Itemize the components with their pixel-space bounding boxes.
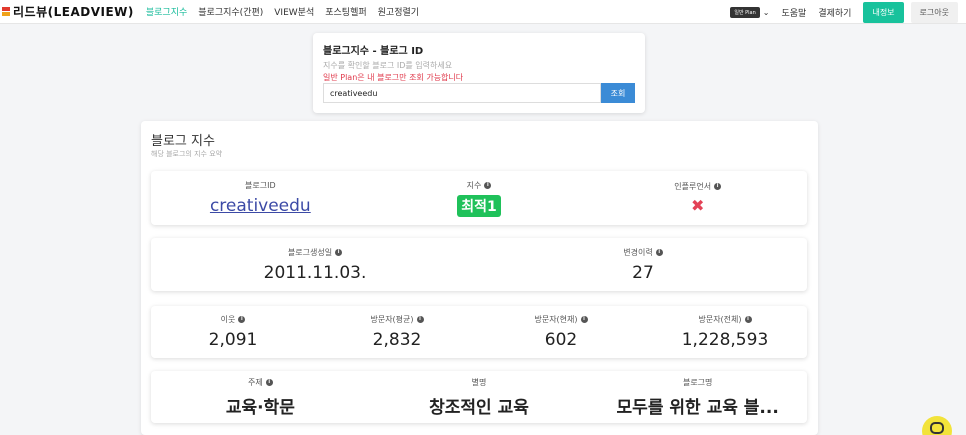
blog-id-link[interactable]: creativeedu bbox=[210, 196, 311, 216]
visitors-total-label: 방문자(전체) i bbox=[698, 314, 752, 325]
visitors-now-value: 602 bbox=[544, 330, 578, 350]
alias-cell: 별명 창조적인 교육 bbox=[370, 371, 589, 423]
nav-item-draft-sorter[interactable]: 원고정렬기 bbox=[378, 5, 419, 18]
blog-name-cell: 블로그명 모두를 위한 교육 블... bbox=[588, 371, 807, 423]
myinfo-button[interactable]: 내정보 bbox=[863, 1, 904, 23]
info-icon[interactable]: i bbox=[744, 316, 752, 323]
visitors-total-cell: 방문자(전체) i 1,228,593 bbox=[643, 306, 807, 358]
payment-link[interactable]: 결제하기 bbox=[818, 6, 851, 19]
changes-cell: 변경이력 i 27 bbox=[479, 238, 807, 291]
topic-label: 주제 i bbox=[248, 377, 273, 388]
logo-icon bbox=[2, 7, 10, 16]
plan-warning: 일반 Plan은 내 블로그만 조회 가능합니다 bbox=[323, 73, 464, 82]
index-cell: 지수 i 최적1 bbox=[370, 171, 589, 225]
created-cell: 블로그생성일 i 2011.11.03. bbox=[151, 238, 479, 291]
visitors-total-value: 1,228,593 bbox=[681, 330, 769, 350]
logout-button[interactable]: 로그아웃 bbox=[910, 1, 958, 23]
nav-item-view-analysis[interactable]: VIEW분석 bbox=[274, 5, 314, 18]
card-subtitle: 해당 블로그의 지수 요약 bbox=[151, 150, 223, 158]
search-subtitle: 지수를 확인할 블로그 ID를 입력하세요 bbox=[323, 61, 453, 70]
search-button[interactable]: 조회 bbox=[601, 83, 635, 103]
visitors-row: 이웃 i 2,091 방문자(평균) i 2,832 방문자(현재) i 602 방문… bbox=[151, 306, 807, 358]
logo-text: 리드뷰(LEADVIEW) bbox=[13, 5, 134, 19]
blog-name-label: 블로그명 bbox=[682, 377, 713, 387]
info-icon[interactable]: i bbox=[335, 248, 343, 256]
visitors-avg-value: 2,832 bbox=[372, 330, 422, 350]
alias-label: 별명 bbox=[471, 377, 487, 387]
nav-right: 일반 Plan ⌄ 도움말 결제하기 내정보 로그아웃 bbox=[730, 0, 958, 24]
influencer-label: 인플루언서 i bbox=[674, 181, 722, 192]
blog-id-input[interactable] bbox=[323, 83, 601, 103]
chat-icon bbox=[930, 422, 944, 434]
info-icon[interactable]: i bbox=[416, 316, 424, 323]
blog-name-value: 모두를 위한 교육 블... bbox=[616, 397, 779, 418]
blog-index-card: 블로그 지수 해당 블로그의 지수 요약 블로그ID creativeedu 지… bbox=[141, 121, 818, 435]
info-icon[interactable]: i bbox=[655, 248, 663, 256]
neighbors-cell: 이웃 i 2,091 bbox=[151, 306, 315, 358]
history-row: 블로그생성일 i 2011.11.03. 변경이력 i 27 bbox=[151, 238, 807, 291]
alias-value: 창조적인 교육 bbox=[429, 397, 529, 418]
nav-item-blog-index[interactable]: 블로그지수 bbox=[146, 5, 187, 18]
created-label: 블로그생성일 i bbox=[288, 247, 343, 258]
topic-cell: 주제 i 교육·학문 bbox=[151, 371, 370, 423]
chat-button[interactable] bbox=[922, 416, 952, 435]
visitors-avg-label: 방문자(평균) i bbox=[370, 314, 424, 325]
info-icon[interactable]: i bbox=[580, 316, 588, 323]
nav-item-blog-index-simple[interactable]: 블로그지수(간편) bbox=[198, 5, 263, 18]
search-title: 블로그지수 - 블로그 ID bbox=[323, 46, 424, 57]
index-label: 지수 i bbox=[467, 180, 492, 191]
blog-id-cell: 블로그ID creativeedu bbox=[151, 171, 370, 225]
chevron-down-icon[interactable]: ⌄ bbox=[763, 8, 770, 17]
blog-id-label: 블로그ID bbox=[245, 181, 276, 190]
search-card: 블로그지수 - 블로그 ID 지수를 확인할 블로그 ID를 입력하세요 일반 … bbox=[313, 33, 645, 113]
created-value: 2011.11.03. bbox=[263, 262, 367, 283]
topic-value: 교육·학문 bbox=[225, 397, 295, 418]
summary-row: 블로그ID creativeedu 지수 i 최적1 인플루언서 i ✖ bbox=[151, 171, 807, 225]
neighbors-label: 이웃 i bbox=[221, 314, 246, 325]
card-title: 블로그 지수 bbox=[151, 134, 215, 149]
nav-item-posting-helper[interactable]: 포스팅헬퍼 bbox=[325, 5, 366, 18]
visitors-now-label: 방문자(현재) i bbox=[534, 314, 588, 325]
changes-value: 27 bbox=[632, 262, 654, 283]
neighbors-value: 2,091 bbox=[208, 330, 258, 350]
index-badge: 최적1 bbox=[457, 194, 501, 217]
search-row: 조회 bbox=[323, 83, 635, 103]
info-icon[interactable]: i bbox=[714, 183, 722, 190]
logo[interactable]: 리드뷰(LEADVIEW) bbox=[2, 3, 134, 20]
top-navbar: 리드뷰(LEADVIEW) 블로그지수 블로그지수(간편) VIEW분석 포스팅… bbox=[0, 0, 966, 24]
x-mark-icon: ✖ bbox=[690, 196, 705, 215]
influencer-cell: 인플루언서 i ✖ bbox=[588, 171, 807, 225]
visitors-now-cell: 방문자(현재) i 602 bbox=[479, 306, 643, 358]
info-icon[interactable]: i bbox=[484, 181, 492, 189]
visitors-avg-cell: 방문자(평균) i 2,832 bbox=[315, 306, 479, 358]
info-icon[interactable]: i bbox=[238, 316, 246, 323]
help-link[interactable]: 도움말 bbox=[781, 6, 806, 19]
info-icon[interactable]: i bbox=[265, 378, 273, 386]
changes-label: 변경이력 i bbox=[623, 247, 663, 258]
plan-badge: 일반 Plan bbox=[730, 6, 760, 18]
profile-row: 주제 i 교육·학문 별명 창조적인 교육 블로그명 모두를 위한 교육 블... bbox=[151, 371, 807, 423]
